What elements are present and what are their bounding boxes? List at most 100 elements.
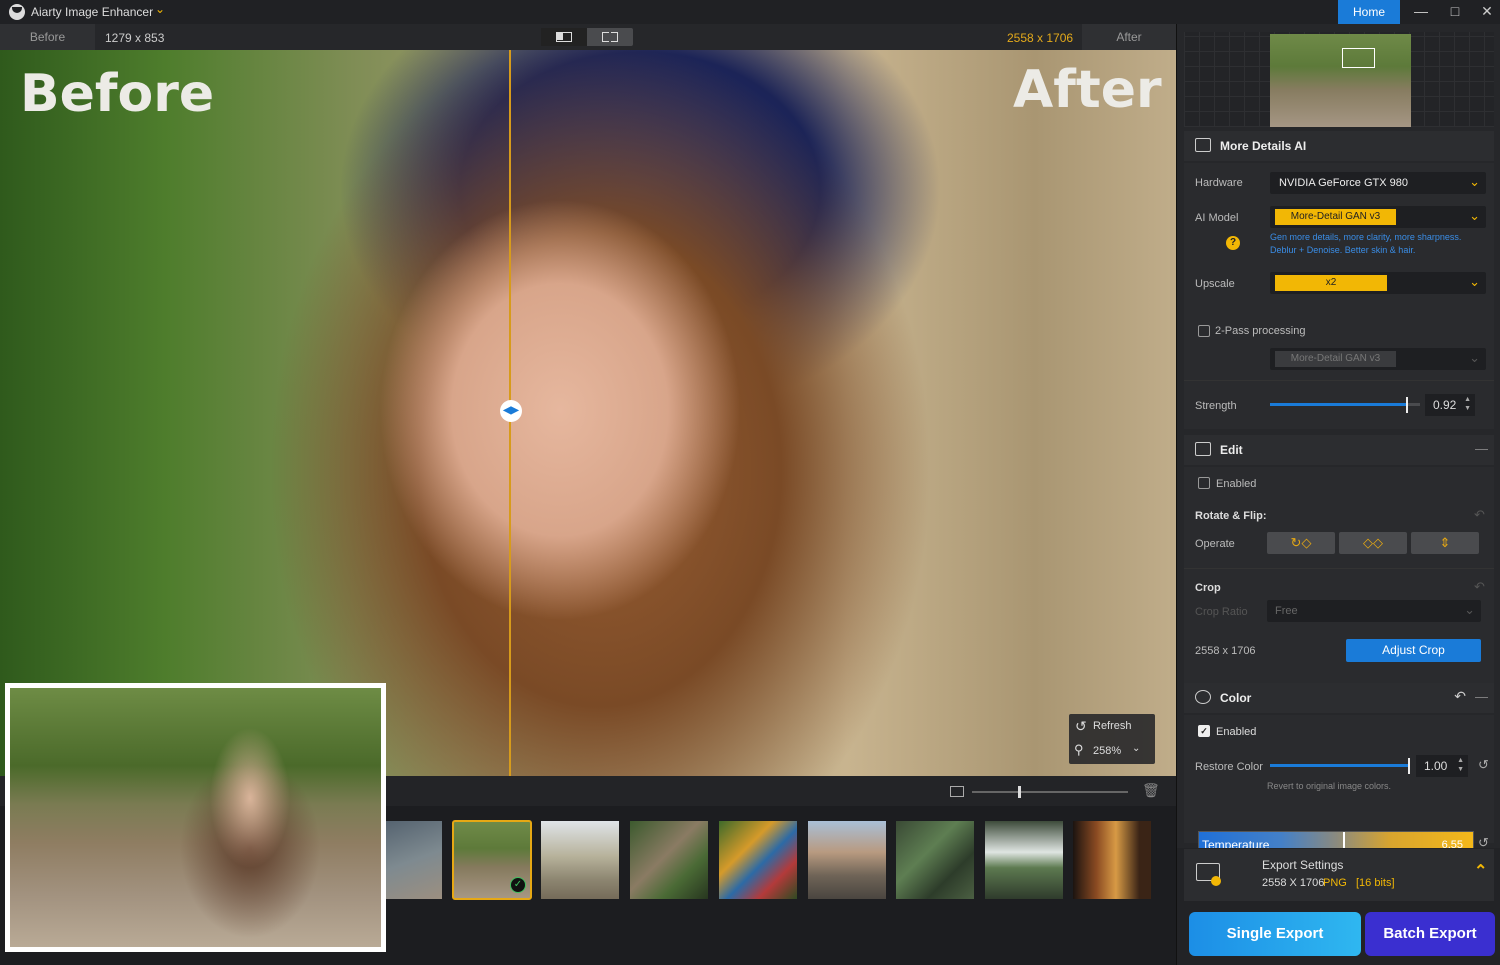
thumbnail[interactable]: [1073, 821, 1151, 899]
restore-color-slider-handle[interactable]: [1408, 758, 1410, 774]
export-format: PNG: [1323, 877, 1347, 889]
hardware-value: NVIDIA GeForce GTX 980: [1279, 177, 1408, 189]
two-pass-model-value: More-Detail GAN v3: [1275, 351, 1396, 367]
ai-model-description-1: Gen more details, more clarity, more sha…: [1270, 232, 1462, 242]
refresh-button[interactable]: Refresh: [1093, 720, 1132, 732]
thumbnail-size-slider[interactable]: [972, 791, 1128, 793]
thumbnail[interactable]: [808, 821, 886, 899]
restore-color-value: 1.00: [1424, 759, 1448, 773]
restore-color-slider[interactable]: [1270, 758, 1410, 774]
upscale-value: x2: [1275, 275, 1387, 291]
thumbnail[interactable]: [541, 821, 619, 899]
undo-icon[interactable]: ↶: [1454, 688, 1466, 705]
restore-color-input[interactable]: 1.00 ▲ ▼: [1416, 755, 1468, 777]
restore-color-label: Restore Color: [1195, 761, 1263, 773]
image-viewer[interactable]: Before After ◀▶ ↺ Refresh ⚲ 258% ⌄: [0, 50, 1176, 776]
zoom-chevron-down-icon[interactable]: ⌄: [1132, 743, 1140, 754]
help-icon[interactable]: ?: [1226, 236, 1240, 250]
two-pass-checkbox[interactable]: [1198, 325, 1210, 337]
before-tab[interactable]: Before: [0, 24, 95, 50]
section-title: Color: [1220, 691, 1252, 705]
preview-image: [10, 688, 381, 947]
upscale-select[interactable]: x2 ⌄: [1270, 272, 1486, 294]
crop-ratio-value: Free: [1275, 605, 1298, 617]
after-overlay-label: After: [1013, 60, 1162, 120]
reset-rotate-icon[interactable]: ↶: [1474, 507, 1485, 523]
hardware-select[interactable]: NVIDIA GeForce GTX 980 ⌄: [1270, 172, 1486, 194]
zoom-level[interactable]: 258%: [1093, 745, 1121, 757]
reset-crop-icon[interactable]: ↶: [1474, 579, 1485, 595]
title-bar: Aiarty Image Enhancer ⌄ Home — □ ✕: [0, 0, 1500, 24]
more-details-icon: [1195, 138, 1211, 152]
navigator[interactable]: [1184, 32, 1494, 127]
thumbnail[interactable]: [985, 821, 1063, 899]
export-settings[interactable]: Export Settings 2558 X 1706 PNG [16 bits…: [1184, 849, 1494, 901]
flip-vertical-button[interactable]: ⇕: [1411, 532, 1479, 554]
reset-restore-icon[interactable]: ↺: [1478, 757, 1489, 773]
strength-slider[interactable]: [1270, 397, 1420, 413]
batch-export-button[interactable]: Batch Export: [1365, 912, 1495, 956]
navigator-viewport[interactable]: [1342, 48, 1375, 68]
thumbnail-size-slider-handle[interactable]: [1018, 786, 1021, 798]
strength-label: Strength: [1195, 400, 1237, 412]
divider: [1184, 380, 1494, 381]
edit-enabled-label: Enabled: [1216, 478, 1257, 490]
thumbnail[interactable]: [896, 821, 974, 899]
after-tab[interactable]: After: [1082, 24, 1176, 50]
edit-enabled-checkbox[interactable]: [1198, 477, 1210, 489]
gear-icon: [1211, 876, 1221, 886]
two-pass-model-select[interactable]: More-Detail GAN v3 ⌄: [1270, 348, 1486, 370]
before-overlay-label: Before: [20, 64, 215, 124]
color-palette-icon: [1195, 690, 1211, 704]
strength-input[interactable]: 0.92 ▲ ▼: [1425, 394, 1475, 416]
divider-drag-handle-icon[interactable]: ◀▶: [500, 400, 522, 422]
minimize-icon[interactable]: —: [1404, 0, 1438, 24]
edit-section: Enabled Rotate & Flip: ↶ Operate ↻◇ ◇◇ ⇕…: [1184, 467, 1494, 683]
side-by-side-button[interactable]: [587, 28, 633, 46]
crop-ratio-select[interactable]: Free ⌄: [1267, 600, 1481, 622]
navigator-thumbnail[interactable]: [1270, 34, 1411, 127]
trash-icon[interactable]: 🗑: [1142, 782, 1160, 799]
ai-model-select[interactable]: More-Detail GAN v3 ⌄: [1270, 206, 1486, 228]
split-view-button[interactable]: [541, 28, 587, 46]
restore-color-slider-fill: [1270, 764, 1410, 767]
collapse-icon[interactable]: —: [1475, 441, 1488, 456]
stepper-icon[interactable]: ▲ ▼: [1457, 756, 1464, 774]
app-title: Aiarty Image Enhancer: [31, 5, 154, 19]
color-enabled-label: Enabled: [1216, 726, 1257, 738]
chevron-down-icon: ⌄: [1469, 274, 1480, 289]
app-menu-chevron-down-icon[interactable]: ⌄: [155, 2, 165, 16]
more-details-section: Hardware NVIDIA GeForce GTX 980 ⌄ AI Mod…: [1184, 163, 1494, 429]
adjust-crop-button[interactable]: Adjust Crop: [1346, 639, 1481, 662]
stepper-icon[interactable]: ▲ ▼: [1464, 395, 1471, 413]
export-area: Export Settings 2558 X 1706 PNG [16 bits…: [1177, 848, 1500, 965]
thumbnail[interactable]: [719, 821, 797, 899]
refresh-icon[interactable]: ↺: [1075, 718, 1087, 735]
thumbnail[interactable]: [630, 821, 708, 899]
export-size: 2558 X 1706: [1262, 877, 1325, 889]
home-button[interactable]: Home: [1338, 0, 1400, 24]
maximize-icon[interactable]: □: [1438, 0, 1472, 24]
color-enabled-checkbox[interactable]: ✓: [1198, 725, 1210, 737]
chevron-down-icon: ⌄: [1469, 174, 1480, 189]
close-icon[interactable]: ✕: [1470, 0, 1500, 24]
section-title: Edit: [1220, 443, 1243, 457]
settings-panel: More Details AI Hardware NVIDIA GeForce …: [1176, 24, 1500, 965]
single-export-button[interactable]: Single Export: [1189, 912, 1361, 956]
hardware-label: Hardware: [1195, 177, 1243, 189]
crop-label: Crop: [1195, 582, 1221, 594]
ai-model-value: More-Detail GAN v3: [1275, 209, 1396, 225]
collapse-icon[interactable]: —: [1475, 689, 1488, 704]
color-section: ✓ Enabled Restore Color 1.00 ▲ ▼ ↺ Revert…: [1184, 715, 1494, 857]
before-size: 1279 x 853: [105, 31, 165, 45]
operate-buttons: ↻◇ ◇◇ ⇕: [1267, 532, 1487, 554]
export-bits: [16 bits]: [1356, 877, 1395, 889]
thumbnail[interactable]: [386, 821, 442, 899]
strength-slider-handle[interactable]: [1406, 397, 1408, 413]
check-icon: ✓: [510, 877, 526, 893]
expand-up-icon[interactable]: ⌃: [1474, 861, 1487, 881]
after-size: 2558 x 1706: [1007, 31, 1074, 45]
flip-horizontal-button[interactable]: ◇◇: [1339, 532, 1407, 554]
strength-slider-fill: [1270, 403, 1408, 406]
rotate-button[interactable]: ↻◇: [1267, 532, 1335, 554]
